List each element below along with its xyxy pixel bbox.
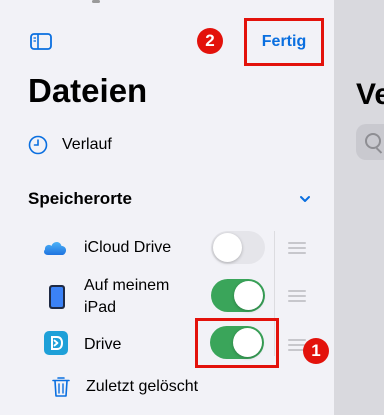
icloud-drive-toggle[interactable]: [211, 231, 265, 264]
proton-drive-icon: [44, 331, 68, 355]
location-label-line-1: Auf meinem: [84, 277, 170, 294]
location-row-icloud-drive: iCloud Drive: [0, 230, 334, 266]
recently-deleted-item[interactable]: Zuletzt gelöscht: [52, 372, 198, 402]
main-title: Ve: [356, 78, 384, 111]
ipad-icon: [49, 285, 65, 309]
location-label: iCloud Drive: [84, 239, 172, 256]
done-highlight-box: Fertig: [244, 18, 324, 66]
location-row-drive: Drive: [0, 327, 334, 363]
location-label-line-2: iPad: [84, 299, 117, 316]
clock-icon: [28, 135, 48, 155]
reorder-handle-icon[interactable]: [288, 242, 306, 254]
on-my-ipad-toggle[interactable]: [211, 279, 265, 312]
toggle-knob: [233, 328, 262, 357]
location-row-on-my-ipad: Auf meinem iPad: [0, 274, 334, 318]
trash-icon: [52, 377, 70, 397]
main-pane: Ve: [334, 0, 384, 415]
drive-toggle[interactable]: [210, 326, 264, 359]
status-indicator: [92, 0, 100, 3]
drive-toggle-highlight-box: [195, 318, 279, 368]
sidebar: 2 Fertig Dateien Verlauf Speicherorte iC…: [0, 0, 334, 415]
annotation-badge-1: 1: [303, 338, 329, 364]
cloud-icon: [44, 242, 67, 255]
recents-item[interactable]: Verlauf: [28, 133, 112, 157]
page-title: Dateien: [28, 72, 148, 109]
chevron-down-icon[interactable]: [298, 194, 312, 204]
toggle-knob: [234, 281, 263, 310]
reorder-handle-icon[interactable]: [288, 290, 306, 302]
done-button[interactable]: Fertig: [247, 21, 321, 63]
recently-deleted-label: Zuletzt gelöscht: [86, 378, 199, 395]
locations-header: Speicherorte: [28, 189, 132, 208]
search-field[interactable]: [356, 124, 384, 160]
search-icon: [365, 133, 381, 149]
annotation-badge-2: 2: [197, 28, 223, 54]
location-label: Drive: [84, 336, 122, 353]
sidebar-toggle-icon[interactable]: [30, 33, 52, 50]
toggle-knob: [213, 233, 242, 262]
recents-label: Verlauf: [62, 136, 112, 153]
